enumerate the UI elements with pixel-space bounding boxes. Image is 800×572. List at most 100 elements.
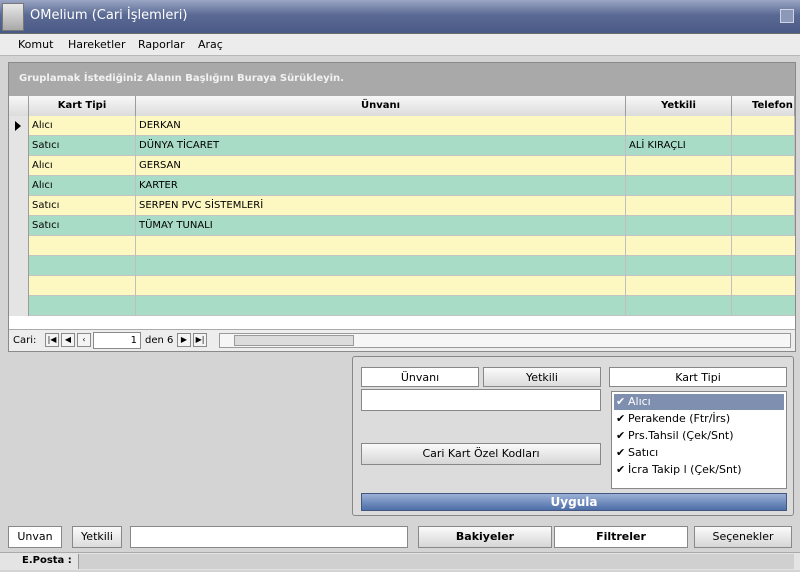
- table-row[interactable]: Satıcı TÜMAY TUNALI: [9, 216, 795, 236]
- row-indicator[interactable]: [9, 276, 29, 296]
- apply-button[interactable]: Uygula: [361, 493, 787, 511]
- empty-cell[interactable]: [626, 236, 732, 256]
- card-type-list[interactable]: ✔ Alıcı ✔ Perakende (Ftr/İrs) ✔ Prs.Tahsil …: [611, 391, 787, 489]
- options-button[interactable]: Seçenekler: [694, 526, 792, 548]
- tab-yetkili-bottom[interactable]: Yetkili: [72, 526, 122, 548]
- table-row[interactable]: Alıcı GERSAN: [9, 156, 795, 176]
- row-indicator[interactable]: [9, 156, 29, 176]
- empty-row[interactable]: [9, 236, 795, 256]
- cell-yetkili[interactable]: [626, 196, 732, 216]
- empty-cell[interactable]: [626, 296, 732, 316]
- column-header-yetkili[interactable]: Yetkili: [626, 96, 732, 116]
- cell-unvan[interactable]: DÜNYA TİCARET: [136, 136, 626, 156]
- window-control-button[interactable]: [780, 9, 794, 23]
- empty-cell[interactable]: [29, 236, 136, 256]
- cell-telefon[interactable]: [732, 176, 795, 196]
- app-icon[interactable]: [2, 3, 24, 31]
- cell-yetkili[interactable]: [626, 176, 732, 196]
- filter-search-input[interactable]: [361, 389, 601, 411]
- cell-yetkili[interactable]: [626, 156, 732, 176]
- table-row[interactable]: Satıcı DÜNYA TİCARET ALİ KIRAÇLI: [9, 136, 795, 156]
- email-value: [78, 554, 794, 569]
- empty-cell[interactable]: [136, 276, 626, 296]
- list-item-label: İcra Takip l (Çek/Snt): [628, 463, 742, 476]
- filters-button[interactable]: Filtreler: [554, 526, 688, 548]
- group-by-area[interactable]: Gruplamak İstediğiniz Alanın Başlığını B…: [9, 63, 795, 96]
- empty-cell[interactable]: [626, 276, 732, 296]
- prev-page-icon[interactable]: ◀: [61, 333, 75, 347]
- empty-row[interactable]: [9, 276, 795, 296]
- tab-yetkili[interactable]: Yetkili: [483, 367, 601, 387]
- cell-yetkili[interactable]: [626, 116, 732, 136]
- cell-kart-tipi[interactable]: Alıcı: [29, 156, 136, 176]
- cell-yetkili[interactable]: ALİ KIRAÇLI: [626, 136, 732, 156]
- row-indicator[interactable]: [9, 256, 29, 276]
- cell-unvan[interactable]: GERSAN: [136, 156, 626, 176]
- checkbox-icon[interactable]: ✔: [616, 394, 628, 410]
- empty-cell[interactable]: [626, 256, 732, 276]
- checkbox-icon[interactable]: ✔: [616, 445, 628, 461]
- quick-search-input[interactable]: [130, 526, 408, 548]
- prev-record-icon[interactable]: ‹: [77, 333, 91, 347]
- empty-cell[interactable]: [136, 296, 626, 316]
- row-indicator[interactable]: [9, 176, 29, 196]
- horizontal-scrollbar[interactable]: [219, 333, 791, 348]
- cell-telefon[interactable]: [732, 196, 795, 216]
- list-item[interactable]: ✔ Prs.Tahsil (Çek/Snt): [614, 428, 784, 444]
- next-record-icon[interactable]: ▶: [177, 333, 191, 347]
- empty-cell[interactable]: [136, 236, 626, 256]
- record-number-input[interactable]: 1: [93, 332, 141, 349]
- row-indicator[interactable]: [9, 216, 29, 236]
- scrollbar-thumb[interactable]: [234, 335, 354, 346]
- tab-kart-tipi[interactable]: Kart Tipi: [609, 367, 787, 387]
- menu-raporlar[interactable]: Raporlar: [138, 38, 185, 51]
- balances-button[interactable]: Bakiyeler: [418, 526, 552, 548]
- list-item[interactable]: ✔ Satıcı: [614, 445, 784, 461]
- row-indicator[interactable]: [9, 296, 29, 316]
- cell-unvan[interactable]: SERPEN PVC SİSTEMLERİ: [136, 196, 626, 216]
- cell-kart-tipi[interactable]: Satıcı: [29, 216, 136, 236]
- tab-unvan[interactable]: Unvan: [8, 526, 62, 548]
- checkbox-icon[interactable]: ✔: [616, 462, 628, 478]
- empty-row[interactable]: [9, 256, 795, 276]
- cell-yetkili[interactable]: [626, 216, 732, 236]
- cell-telefon[interactable]: [732, 156, 795, 176]
- tab-unvani[interactable]: Ünvanı: [361, 367, 479, 387]
- column-header-telefon[interactable]: Telefon: [732, 96, 795, 116]
- cell-telefon[interactable]: [732, 216, 795, 236]
- menu-hareketler[interactable]: Hareketler: [68, 38, 125, 51]
- checkbox-icon[interactable]: ✔: [616, 411, 628, 427]
- first-record-icon[interactable]: |◀: [45, 333, 59, 347]
- empty-cell[interactable]: [29, 276, 136, 296]
- cell-telefon[interactable]: [732, 136, 795, 156]
- column-header-kart-tipi[interactable]: Kart Tipi: [29, 96, 136, 116]
- table-row[interactable]: Alıcı DERKAN: [9, 116, 795, 136]
- cell-kart-tipi[interactable]: Satıcı: [29, 196, 136, 216]
- cell-kart-tipi[interactable]: Satıcı: [29, 136, 136, 156]
- empty-cell[interactable]: [136, 256, 626, 276]
- row-indicator[interactable]: [9, 196, 29, 216]
- special-codes-button[interactable]: Cari Kart Özel Kodları: [361, 443, 601, 465]
- table-row[interactable]: Satıcı SERPEN PVC SİSTEMLERİ: [9, 196, 795, 216]
- menu-komut[interactable]: Komut: [18, 38, 53, 51]
- cell-kart-tipi[interactable]: Alıcı: [29, 176, 136, 196]
- list-item[interactable]: ✔ İcra Takip l (Çek/Snt): [614, 462, 784, 478]
- cell-telefon[interactable]: [732, 116, 795, 136]
- empty-row[interactable]: [9, 296, 795, 316]
- row-indicator[interactable]: [9, 136, 29, 156]
- table-row[interactable]: Alıcı KARTER: [9, 176, 795, 196]
- empty-cell[interactable]: [29, 256, 136, 276]
- cell-kart-tipi[interactable]: Alıcı: [29, 116, 136, 136]
- column-header-unvani[interactable]: Ünvanı: [136, 96, 626, 116]
- checkbox-icon[interactable]: ✔: [616, 428, 628, 444]
- list-item[interactable]: ✔ Alıcı: [614, 394, 784, 410]
- last-record-icon[interactable]: ▶|: [193, 333, 207, 347]
- menu-arac[interactable]: Araç: [198, 38, 223, 51]
- cell-unvan[interactable]: TÜMAY TUNALI: [136, 216, 626, 236]
- cell-unvan[interactable]: DERKAN: [136, 116, 626, 136]
- empty-cell[interactable]: [29, 296, 136, 316]
- row-indicator[interactable]: [9, 236, 29, 256]
- cell-unvan[interactable]: KARTER: [136, 176, 626, 196]
- row-indicator[interactable]: [9, 116, 29, 136]
- list-item[interactable]: ✔ Perakende (Ftr/İrs): [614, 411, 784, 427]
